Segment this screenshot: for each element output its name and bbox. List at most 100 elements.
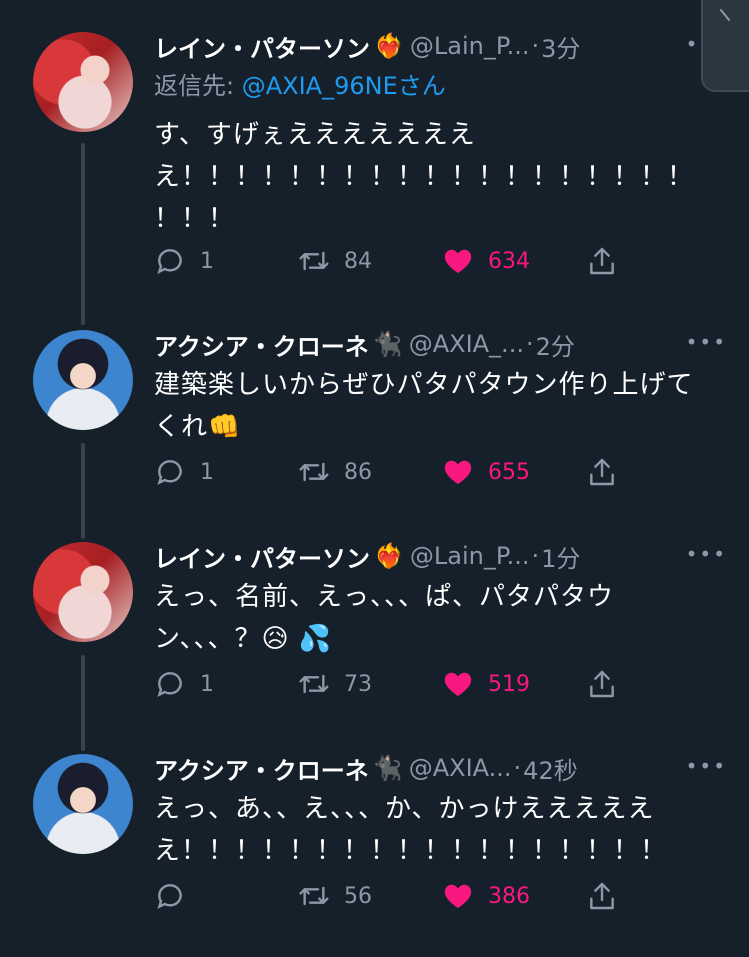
overlay-panel-corner[interactable] — [701, 0, 749, 92]
retweet-button[interactable]: 86 — [298, 452, 372, 492]
like-count: 655 — [488, 459, 530, 485]
share-button[interactable] — [586, 876, 618, 916]
tweet-header: レイン・パターソン ❤️‍🔥 @Lain_P... · 1分 ••• — [154, 536, 725, 576]
timestamp[interactable]: 2分 — [536, 327, 575, 362]
share-button[interactable] — [586, 452, 618, 492]
share-button[interactable] — [586, 241, 618, 281]
tweet-header: レイン・パターソン ❤️‍🔥 @Lain_P... · 3分 ••• — [154, 26, 725, 66]
reply-button[interactable]: 1 — [154, 664, 214, 704]
action-bar: 56 386 — [154, 876, 634, 916]
name-emoji: 🐈‍⬛ — [372, 754, 403, 782]
tweet-header: アクシア・クローネ 🐈‍⬛ @AXIA_... · 2分 ••• — [154, 324, 725, 364]
retweet-icon — [299, 886, 329, 906]
heart-icon — [444, 460, 472, 484]
retweet-count: 86 — [344, 459, 372, 485]
tweet[interactable]: レイン・パターソン ❤️‍🔥 @Lain_P... · 3分 ••• 返信先: … — [0, 26, 749, 296]
like-count: 634 — [488, 248, 530, 274]
like-button[interactable]: 386 — [442, 876, 530, 916]
reply-to-line: 返信先: @AXIA_96NEさん — [154, 66, 446, 101]
reply-button[interactable] — [154, 876, 200, 916]
reply-to-prefix: 返信先: — [154, 72, 242, 100]
like-count: 386 — [488, 883, 530, 909]
avatar[interactable] — [33, 754, 133, 854]
retweet-count: 56 — [344, 883, 372, 909]
more-options-icon[interactable]: ••• — [686, 754, 727, 778]
tweet[interactable]: アクシア・クローネ 🐈‍⬛ @AXIA_... · 2分 ••• 建築楽しいから… — [0, 324, 749, 504]
reply-count: 1 — [200, 459, 214, 485]
name-emoji: ❤️‍🔥 — [374, 542, 404, 570]
action-bar: 1 84 634 — [154, 241, 634, 281]
display-name[interactable]: レイン・パターソン — [154, 539, 370, 574]
share-button[interactable] — [586, 664, 618, 704]
speech-bubble-icon — [157, 672, 182, 697]
separator: · — [513, 754, 522, 782]
tweet-thread: レイン・パターソン ❤️‍🔥 @Lain_P... · 3分 ••• 返信先: … — [0, 0, 749, 957]
retweet-icon — [299, 251, 329, 271]
tweet-text-line: え！！！！！！！！！！！！！！！！！！ — [154, 836, 668, 866]
reply-to-mention[interactable]: @AXIA_96NE — [242, 72, 398, 100]
separator: · — [531, 32, 540, 60]
like-button[interactable]: 634 — [442, 241, 530, 281]
chevron-down-icon — [720, 9, 730, 21]
reply-button[interactable]: 1 — [154, 452, 214, 492]
retweet-count: 73 — [344, 671, 372, 697]
display-name[interactable]: アクシア・クローネ — [154, 327, 369, 362]
reply-count: 1 — [200, 248, 214, 274]
tweet-text-line: くれ👊 — [154, 412, 242, 442]
retweet-button[interactable]: 84 — [298, 241, 372, 281]
timestamp[interactable]: 1分 — [541, 539, 580, 574]
tweet-text-line: えっ、あ、、え、、、か、かっけえええええ — [154, 794, 655, 824]
share-icon — [590, 882, 614, 910]
heart-icon — [444, 884, 472, 908]
separator: · — [531, 542, 540, 570]
like-button[interactable]: 655 — [442, 452, 530, 492]
retweet-icon — [299, 462, 329, 482]
tweet-text-line: え！！！！！！！！！！！！！！！！！！！ — [154, 162, 695, 192]
user-handle[interactable]: @Lain_P... — [410, 32, 530, 60]
tweet-text-line: えっ、名前、えっ、、、ぱ、パタパタウ — [154, 582, 615, 612]
share-icon — [590, 247, 614, 275]
tweet[interactable]: アクシア・クローネ 🐈‍⬛ @AXIA... · 42秒 ••• えっ、あ、、え… — [0, 748, 749, 928]
tweet-text: す、すげぇえええええええ え！！！！！！！！！！！！！！！！！！！ ！！！ — [154, 114, 724, 240]
share-icon — [590, 670, 614, 698]
tweet-header: アクシア・クローネ 🐈‍⬛ @AXIA... · 42秒 ••• — [154, 748, 725, 788]
tweet-text-line: 建築楽しいからぜひパタパタウン作り上げて — [154, 370, 694, 400]
speech-bubble-icon — [157, 460, 182, 485]
like-button[interactable]: 519 — [442, 664, 530, 704]
tweet[interactable]: レイン・パターソン ❤️‍🔥 @Lain_P... · 1分 ••• えっ、名前… — [0, 536, 749, 716]
user-handle[interactable]: @Lain_P... — [410, 542, 530, 570]
separator: · — [525, 330, 534, 358]
tweet-text: 建築楽しいからぜひパタパタウン作り上げて くれ👊 — [154, 364, 724, 448]
avatar[interactable] — [33, 32, 133, 132]
tweet-text-line: す、すげぇえええええええ — [154, 120, 476, 150]
action-bar: 1 73 519 — [154, 664, 634, 704]
tweet-text: えっ、名前、えっ、、、ぱ、パタパタウ ン、、、？😥 💦 — [154, 576, 724, 660]
reply-count: 1 — [200, 671, 214, 697]
like-count: 519 — [488, 671, 530, 697]
timestamp[interactable]: 42秒 — [523, 751, 578, 786]
share-icon — [590, 458, 614, 486]
timestamp[interactable]: 3分 — [541, 29, 580, 64]
heart-icon — [444, 672, 472, 696]
retweet-icon — [299, 674, 329, 694]
avatar[interactable] — [33, 330, 133, 430]
display-name[interactable]: アクシア・クローネ — [154, 751, 369, 786]
user-handle[interactable]: @AXIA... — [409, 754, 512, 782]
display-name[interactable]: レイン・パターソン — [154, 29, 370, 64]
retweet-button[interactable]: 56 — [298, 876, 372, 916]
user-handle[interactable]: @AXIA_... — [409, 330, 524, 358]
retweet-button[interactable]: 73 — [298, 664, 372, 704]
reply-button[interactable]: 1 — [154, 241, 214, 281]
more-options-icon[interactable]: ••• — [686, 330, 727, 354]
action-bar: 1 86 655 — [154, 452, 634, 492]
heart-icon — [444, 249, 472, 273]
name-emoji: 🐈‍⬛ — [372, 330, 403, 358]
speech-bubble-icon — [157, 884, 182, 909]
name-emoji: ❤️‍🔥 — [374, 32, 404, 60]
tweet-text-line: ！！！ — [154, 204, 236, 234]
retweet-count: 84 — [344, 248, 372, 274]
avatar[interactable] — [33, 542, 133, 642]
tweet-text: えっ、あ、、え、、、か、かっけえええええ え！！！！！！！！！！！！！！！！！！ — [154, 788, 724, 872]
more-options-icon[interactable]: ••• — [686, 542, 727, 566]
speech-bubble-icon — [157, 249, 182, 274]
